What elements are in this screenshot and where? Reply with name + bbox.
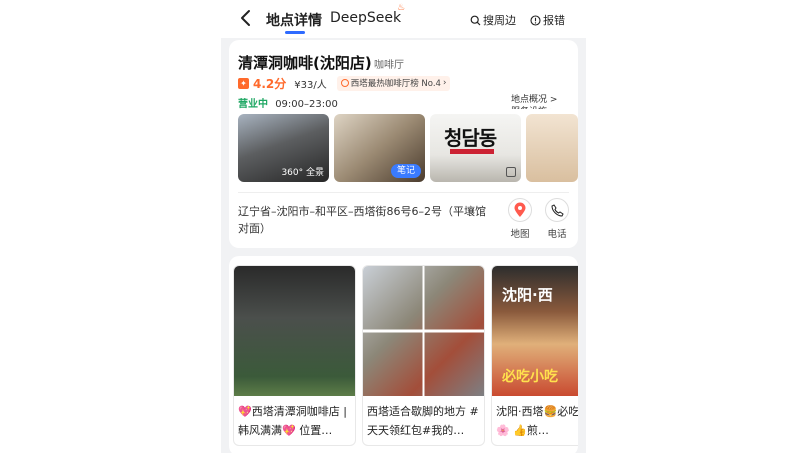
note-image: 沈阳·西 必吃小吃 (492, 266, 578, 396)
phone-screen: 地点详情 DeepSeek ♨ 搜周边 报错 清潭洞咖啡(沈阳店) 咖啡厅 ✦ … (221, 0, 586, 453)
alert-circle-icon (530, 14, 541, 26)
hours-range: 09:00–23:00 (275, 99, 338, 110)
panorama-label: 360° 全景 (281, 168, 324, 178)
map-label: 地图 (510, 229, 530, 240)
brand-banner (450, 149, 494, 154)
back-arrow-icon[interactable] (239, 9, 253, 27)
note-pill: 笔记 (390, 164, 421, 178)
active-tab-indicator (285, 31, 305, 34)
expand-icon (506, 167, 516, 177)
phone-icon (545, 198, 569, 222)
report-error-button[interactable]: 报错 (530, 12, 565, 28)
map-pin-icon (508, 198, 532, 222)
divider (238, 192, 569, 193)
search-nearby-button[interactable]: 搜周边 (470, 12, 516, 28)
phone-label: 电话 (547, 229, 567, 240)
map-button[interactable]: 地图 (505, 198, 535, 240)
note-image (363, 266, 484, 396)
notes-section: 💖西塔清潭洞咖啡店 | 韩风满满💖 位置… 西塔适合歇脚的地方 #天天领红包#我… (229, 256, 578, 453)
search-nearby-label: 搜周边 (483, 14, 516, 27)
place-category: 咖啡厅 (374, 60, 404, 71)
ranking-label: 西塔最热咖啡厅榜 No.4 (350, 79, 441, 89)
note-title: 💖西塔清潭洞咖啡店 | 韩风满满💖 位置… (238, 405, 347, 437)
place-name: 清潭洞咖啡(沈阳店) (238, 54, 372, 72)
chevron-right-icon: › (442, 78, 447, 88)
note-card[interactable]: 💖西塔清潭洞咖啡店 | 韩风满满💖 位置… (233, 265, 356, 446)
phone-button[interactable]: 电话 (542, 198, 572, 240)
note-image-subtitle: 必吃小吃 (502, 369, 558, 385)
place-info-card: 清潭洞咖啡(沈阳店) 咖啡厅 ✦ 4.2分 ¥33/人 西塔最热咖啡厅榜 No.… (229, 40, 578, 248)
open-status: 营业中 (238, 99, 268, 110)
panorama-photo[interactable]: 360° 全景 (238, 114, 329, 182)
brand-lettering: 청담동 (444, 126, 497, 150)
photo-strip: 360° 全景 笔记 청담동 (238, 114, 578, 182)
interior-photo[interactable] (526, 114, 578, 182)
opening-hours: 营业中 09:00–23:00 (238, 95, 338, 110)
storefront-photo[interactable]: 청담동 (430, 114, 521, 182)
price-per-person: ¥33/人 (294, 79, 327, 91)
search-icon (470, 15, 481, 25)
note-title: 西塔适合歇脚的地方 #天天领红包#我的… (367, 405, 479, 437)
rank-icon (340, 79, 349, 87)
note-card[interactable]: 西塔适合歇脚的地方 #天天领红包#我的… (362, 265, 485, 446)
note-image (234, 266, 355, 396)
top-nav: 地点详情 DeepSeek ♨ 搜周边 报错 (221, 0, 586, 38)
note-photo[interactable]: 笔记 (334, 114, 425, 182)
tab-deepseek[interactable]: DeepSeek (330, 10, 401, 26)
address-text: 辽宁省–沈阳市–和平区–西塔街86号6–2号（平壤馆对面） (238, 205, 486, 235)
note-title: 沈阳·西塔🍔必吃合集🌸 👍煎… (496, 405, 578, 437)
tab-place-detail[interactable]: 地点详情 (266, 10, 322, 30)
ranking-badge[interactable]: 西塔最热咖啡厅榜 No.4 › (336, 75, 451, 91)
fire-icon: ♨ (397, 3, 406, 13)
report-error-label: 报错 (543, 14, 565, 27)
rating-icon: ✦ (238, 77, 249, 89)
rating-score: 4.2分 (253, 76, 287, 91)
note-image-title: 沈阳·西 (502, 286, 553, 304)
facilities-link[interactable]: 服务设施 > (511, 104, 571, 109)
rating-row: ✦ 4.2分 ¥33/人 西塔最热咖啡厅榜 No.4 › (238, 75, 451, 91)
note-card[interactable]: 沈阳·西 必吃小吃 沈阳·西塔🍔必吃合集🌸 👍煎… (491, 265, 578, 446)
